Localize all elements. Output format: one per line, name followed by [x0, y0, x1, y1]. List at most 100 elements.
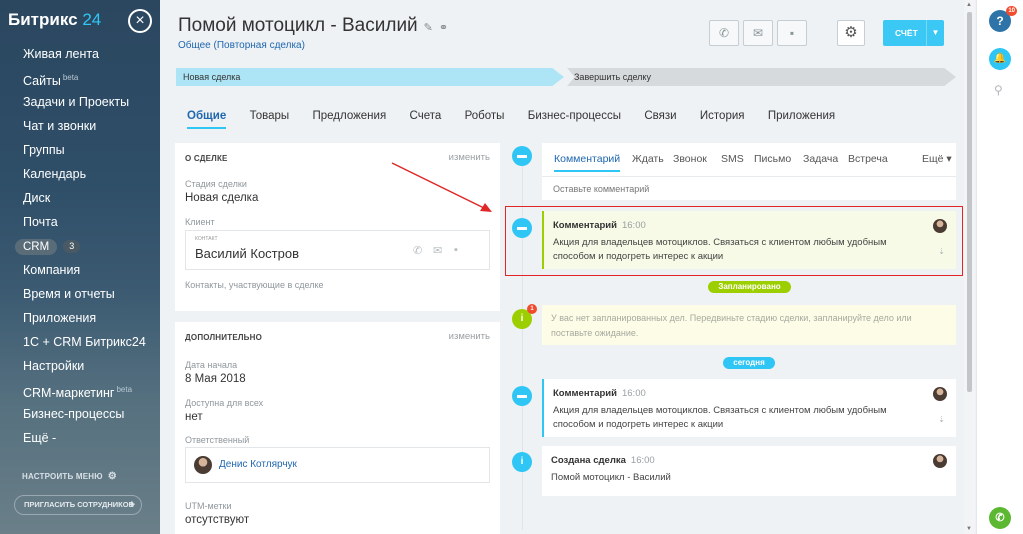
stage-value: Новая сделка	[185, 192, 259, 204]
search-icon[interactable]: ⚲	[994, 83, 1003, 97]
left-sidebar: Битрикс 24 × Живая лента Сайты beta Задач…	[0, 0, 160, 534]
tab-relations[interactable]: Связи	[644, 110, 676, 127]
scroll-thumb[interactable]	[967, 12, 972, 392]
comment-icon: ▬	[512, 146, 532, 166]
scroll-down-icon[interactable]: ▼	[966, 526, 972, 532]
menu-item-groups[interactable]: Группы	[0, 138, 160, 162]
beta-badge: beta	[116, 385, 133, 394]
phone-icon[interactable]: ✆	[413, 244, 422, 257]
menu-item-mail[interactable]: Почта	[0, 210, 160, 234]
logo[interactable]: Битрикс 24	[8, 10, 101, 30]
date-label: Дата начала	[185, 360, 238, 370]
menu-item-disk[interactable]: Диск	[0, 186, 160, 210]
tab-applications[interactable]: Приложения	[768, 110, 835, 127]
menu-item-more[interactable]: Ещё -	[0, 426, 160, 450]
tab-invoices[interactable]: Счета	[410, 110, 442, 127]
responsible-name[interactable]: Денис Котлярчук	[219, 459, 297, 470]
tab-offers[interactable]: Предложения	[312, 110, 386, 127]
link-icon[interactable]: ⚭	[439, 22, 448, 34]
menu-item-company[interactable]: Компания	[0, 258, 160, 282]
today-pill: сегодня	[723, 357, 775, 369]
pin-icon[interactable]: ⇣	[938, 415, 945, 424]
tab-general[interactable]: Общие	[187, 110, 227, 129]
menu-item-settings[interactable]: Настройки	[0, 354, 160, 378]
menu-item-tasks[interactable]: Задачи и Проекты	[0, 90, 160, 114]
tab-more[interactable]: Ещё ▾	[922, 153, 952, 165]
invoice-button[interactable]: СЧЁТ ▼	[883, 20, 944, 46]
tab-sms[interactable]: SMS	[721, 153, 744, 165]
mail-icon[interactable]: ✉	[433, 244, 442, 257]
mail-icon: ✉	[752, 26, 764, 40]
right-rail: ? 10 🔔 ⚲ ✆	[976, 0, 1023, 534]
tab-products[interactable]: Товары	[250, 110, 290, 127]
stage-finish-deal[interactable]: Завершить сделку	[567, 68, 956, 86]
menu-item-calendar[interactable]: Календарь	[0, 162, 160, 186]
tab-comment[interactable]: Комментарий	[554, 153, 621, 172]
tab-wait[interactable]: Ждать	[632, 153, 664, 165]
setup-menu-link[interactable]: НАСТРОИТЬ МЕНЮ ⚙	[22, 471, 117, 482]
deal-category-link[interactable]: Общее (Повторная сделка)	[178, 40, 305, 51]
stage-label: Стадия сделки	[185, 179, 247, 189]
scroll-up-icon[interactable]: ▲	[966, 2, 972, 8]
settings-button[interactable]: ⚙	[837, 20, 865, 46]
scrollbar[interactable]: ▲ ▼	[964, 0, 975, 534]
edit-link[interactable]: изменить	[449, 331, 490, 342]
menu-item-marketing[interactable]: CRM-маркетинг beta	[0, 378, 160, 402]
responsible-box: Денис Котлярчук	[185, 447, 490, 483]
mail-button[interactable]: ✉	[743, 20, 773, 46]
comment-icon: ▬	[512, 386, 532, 406]
item-text: Помой мотоцикл - Василий	[551, 472, 671, 483]
menu-item-time[interactable]: Время и отчеты	[0, 282, 160, 306]
tab-meeting[interactable]: Встреча	[848, 153, 888, 165]
beta-badge: beta	[62, 73, 79, 82]
item-title: Комментарий 16:00	[553, 388, 646, 399]
menu-item-1c[interactable]: 1С + CRM Битрикс24	[0, 330, 160, 354]
chat-icon: ▪	[789, 26, 795, 40]
page-title: Помой мотоцикл - Василий ✎ ⚭	[178, 15, 449, 36]
crm-counter: 3	[63, 240, 81, 253]
tab-robots[interactable]: Роботы	[465, 110, 505, 127]
tab-business-processes[interactable]: Бизнес-процессы	[528, 110, 621, 127]
invite-button[interactable]: ПРИГЛАСИТЬ СОТРУДНИКОВ +	[14, 495, 142, 515]
menu-item-feed[interactable]: Живая лента	[0, 42, 160, 66]
gear-icon: ⚙	[844, 24, 858, 41]
timeline-comment[interactable]: Комментарий 16:00 Акция для владельцев мо…	[542, 379, 956, 437]
stage-new-deal[interactable]: Новая сделка	[176, 68, 564, 86]
timeline-created[interactable]: Создана сделка 16:00 Помой мотоцикл - Вас…	[542, 446, 956, 496]
call-button[interactable]: ✆	[709, 20, 739, 46]
chat-button[interactable]: ▪	[777, 20, 807, 46]
planned-empty-state: У вас нет запланированных дел. Передвинь…	[542, 305, 956, 345]
card-heading: ДОПОЛНИТЕЛЬНО	[185, 333, 263, 342]
client-label: Клиент	[185, 217, 215, 227]
pencil-icon[interactable]: ✎	[424, 22, 433, 34]
access-value: нет	[185, 411, 203, 423]
phone-icon[interactable]: ✆	[989, 507, 1011, 529]
main-menu: Живая лента Сайты beta Задачи и Проекты Ч…	[0, 42, 160, 450]
tab-email[interactable]: Письмо	[754, 153, 791, 165]
card-heading: О СДЕЛКЕ	[185, 154, 228, 163]
chat-icon[interactable]: ▪	[454, 244, 458, 256]
tab-history[interactable]: История	[700, 110, 745, 127]
red-highlight-frame	[505, 206, 963, 276]
avatar	[933, 454, 947, 468]
item-text: Акция для владельцев мотоциклов. Связать…	[553, 405, 887, 430]
tab-call[interactable]: Звонок	[673, 153, 707, 165]
plus-icon: +	[128, 499, 135, 511]
menu-item-bp[interactable]: Бизнес-процессы	[0, 402, 160, 426]
menu-item-chat[interactable]: Чат и звонки	[0, 114, 160, 138]
close-icon[interactable]: ×	[128, 9, 152, 33]
chevron-down-icon[interactable]: ▼	[926, 20, 944, 46]
deal-tabs: Общие Товары Предложения Счета Роботы Би…	[187, 108, 855, 129]
comment-input[interactable]: Оставьте комментарий	[553, 184, 649, 194]
menu-item-crm[interactable]: CRM 3	[0, 234, 160, 258]
planned-pill: Запланировано	[708, 281, 791, 293]
bell-icon[interactable]: 🔔	[989, 48, 1011, 70]
menu-item-sites[interactable]: Сайты beta	[0, 66, 160, 90]
menu-item-apps[interactable]: Приложения	[0, 306, 160, 330]
tab-task[interactable]: Задача	[803, 153, 838, 165]
question-icon[interactable]: ? 10	[989, 6, 1017, 32]
responsible-label: Ответственный	[185, 435, 250, 445]
item-time: 16:00	[630, 455, 655, 466]
client-name[interactable]: Василий Костров	[195, 246, 299, 261]
annotation-arrow	[391, 162, 492, 212]
